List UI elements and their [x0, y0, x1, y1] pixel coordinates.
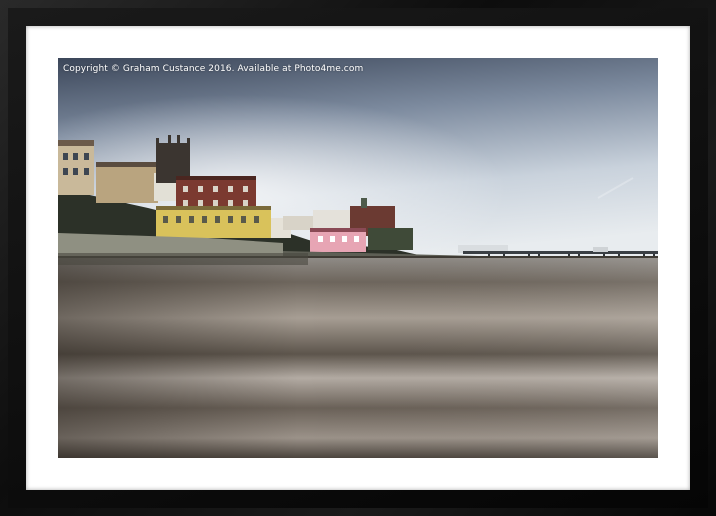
copyright-watermark: Copyright © Graham Custance 2016. Availa…: [63, 64, 364, 74]
photo-scene: [58, 58, 658, 458]
beach-shade: [58, 258, 658, 458]
picture-frame: Copyright © Graham Custance 2016. Availa…: [0, 0, 716, 516]
seaside-photograph: Copyright © Graham Custance 2016. Availa…: [58, 58, 658, 458]
pebbles: [58, 253, 308, 265]
